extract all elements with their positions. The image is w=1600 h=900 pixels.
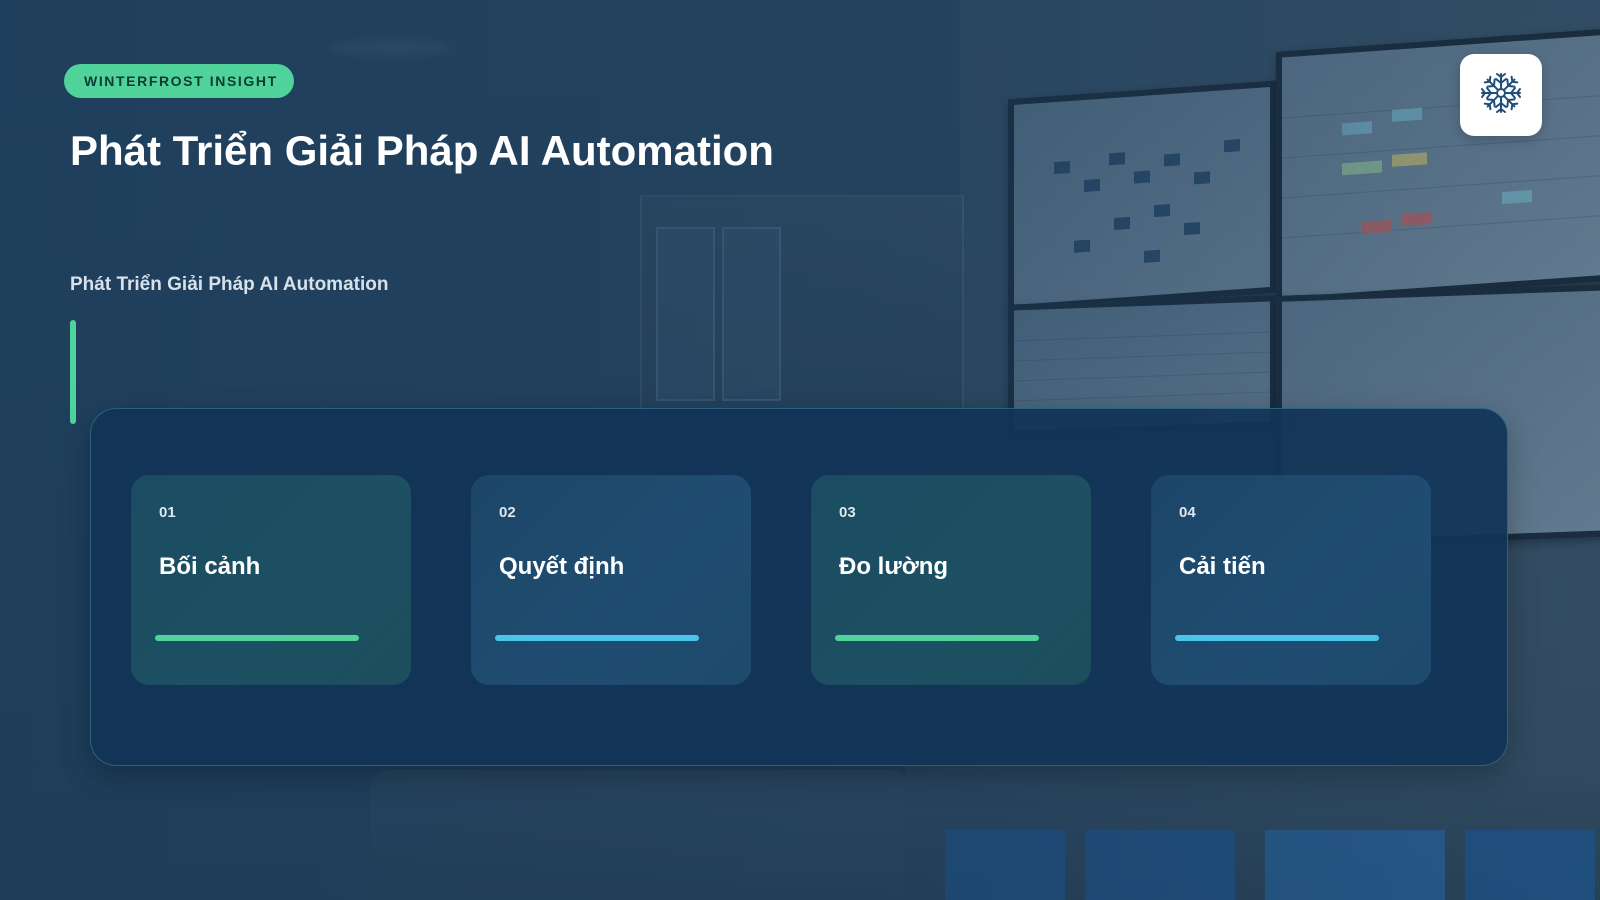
step-accent-bar xyxy=(155,635,359,641)
step-accent-bar xyxy=(835,635,1039,641)
step-accent-bar xyxy=(1175,635,1379,641)
subtitle: Phát Triển Giải Pháp AI Automation xyxy=(70,274,389,295)
snowflake-icon xyxy=(1479,71,1523,120)
step-accent-bar xyxy=(495,635,699,641)
step-card-4: 04 Cải tiến xyxy=(1151,475,1431,685)
step-title: Đo lường xyxy=(839,553,949,580)
slide: WINTERFROST INSIGHT Phát Triển Giải Pháp… xyxy=(0,0,1600,900)
accent-bar xyxy=(70,320,76,424)
step-title: Quyết định xyxy=(499,553,625,580)
step-number: 03 xyxy=(839,504,856,521)
step-number: 04 xyxy=(1179,504,1196,521)
brand-badge: WINTERFROST INSIGHT xyxy=(64,64,294,98)
steps-panel: 01 Bối cảnh 02 Quyết định 03 Đo lường 04… xyxy=(90,408,1508,766)
step-title: Bối cảnh xyxy=(159,553,261,580)
page-title: Phát Triển Giải Pháp AI Automation xyxy=(70,127,774,174)
step-card-3: 03 Đo lường xyxy=(811,475,1091,685)
step-title: Cải tiến xyxy=(1179,553,1266,580)
step-number: 01 xyxy=(159,504,176,521)
logo xyxy=(1460,54,1542,136)
step-card-2: 02 Quyết định xyxy=(471,475,751,685)
step-number: 02 xyxy=(499,504,516,521)
step-card-1: 01 Bối cảnh xyxy=(131,475,411,685)
